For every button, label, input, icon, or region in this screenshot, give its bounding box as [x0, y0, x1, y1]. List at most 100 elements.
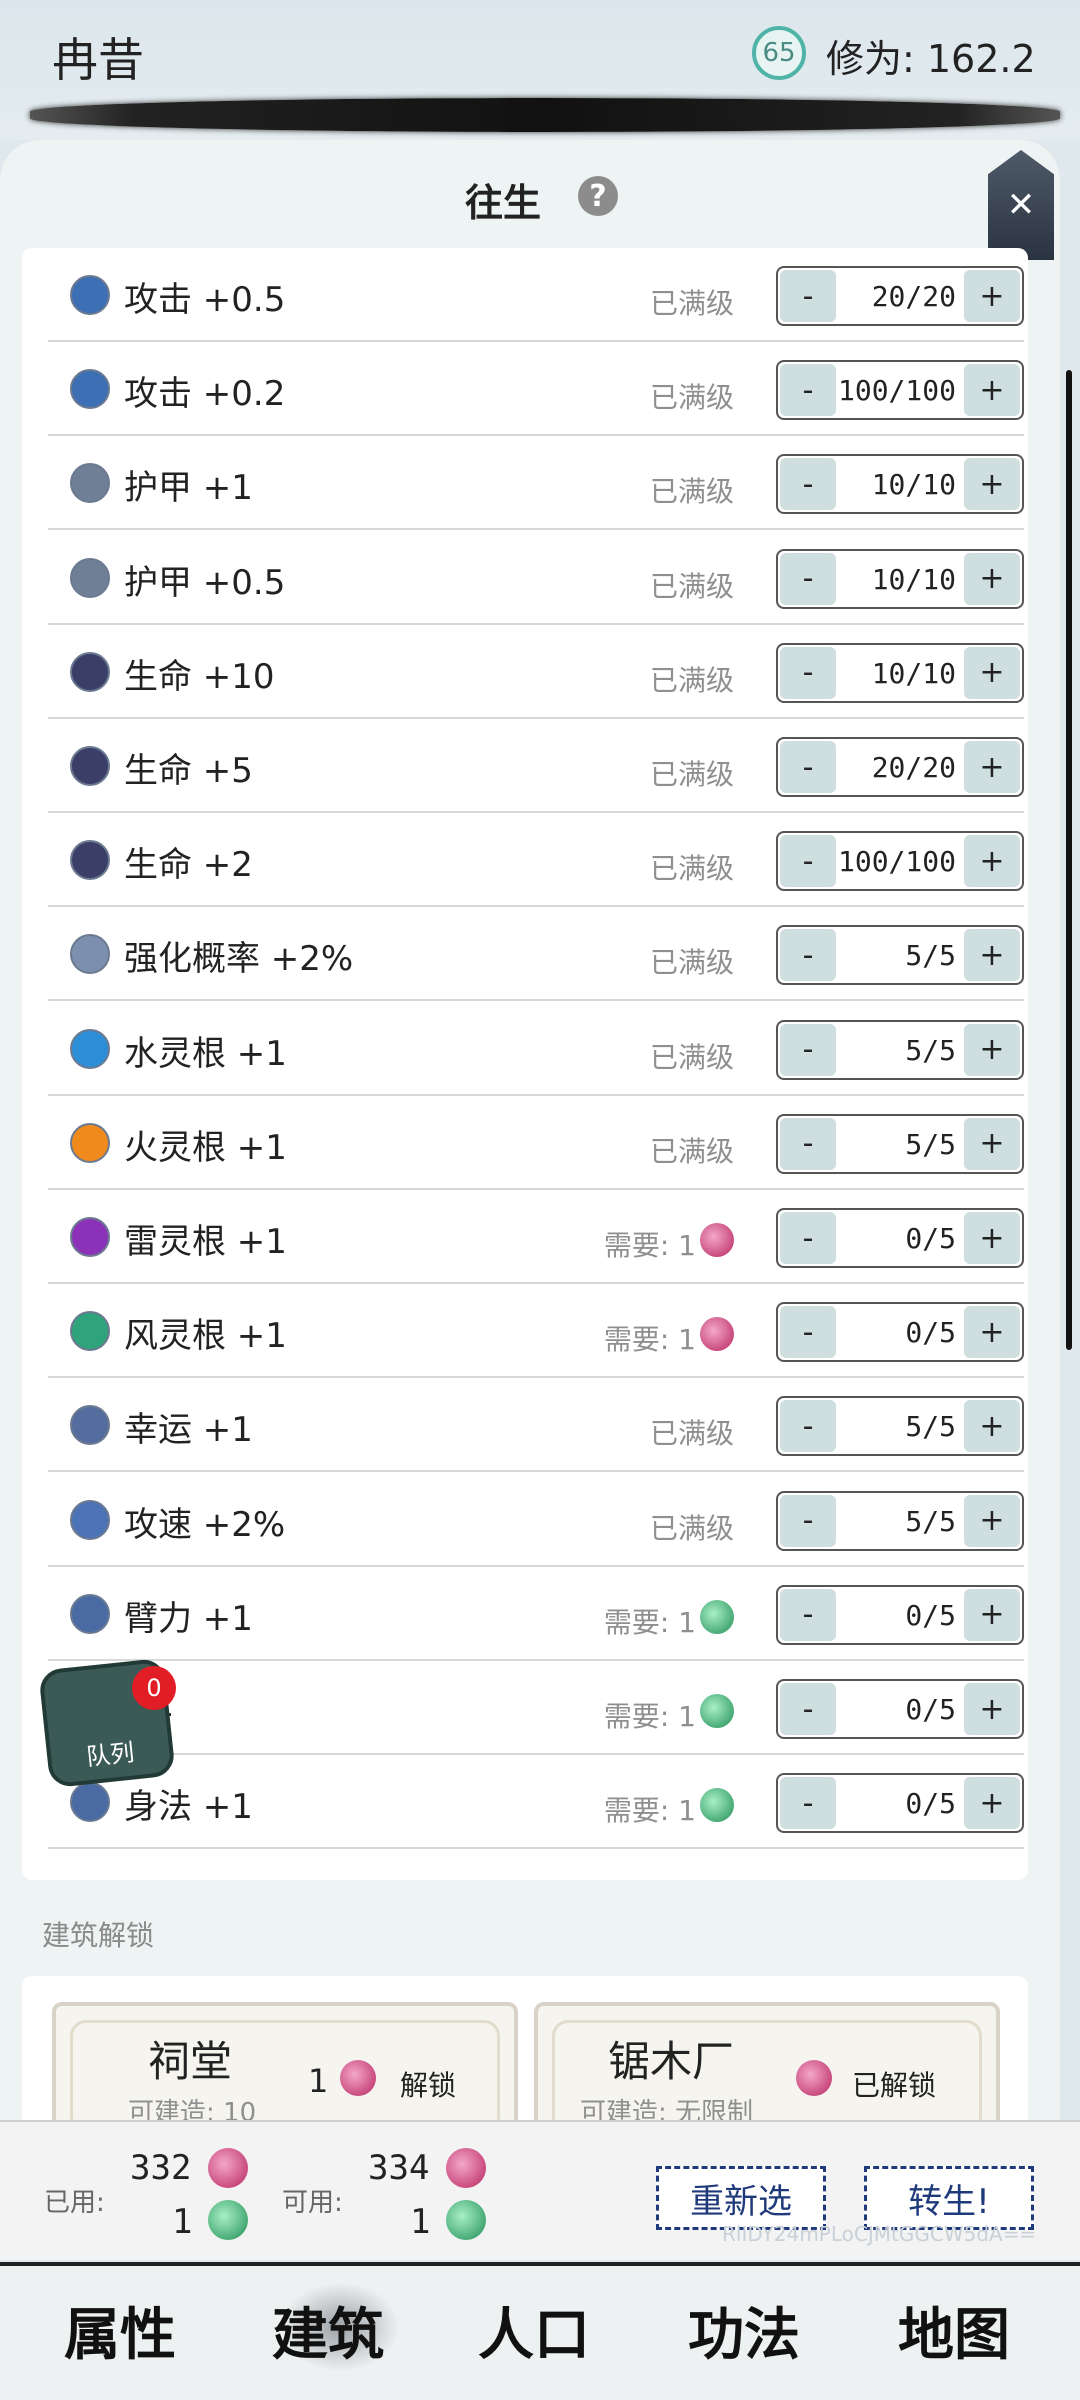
level-stepper: -100/100 + — [776, 831, 1024, 892]
building-unlock-label: 建筑解锁 — [42, 1919, 155, 1952]
max-level-status: 已满级 — [649, 852, 734, 886]
unlock-button[interactable]: 解锁 — [400, 2064, 456, 2104]
max-level-status: 已满级 — [649, 475, 734, 509]
wind-icon — [70, 1311, 110, 1352]
increment-button[interactable]: + — [964, 1683, 1020, 1735]
cultivation-value: 修为: 162.2 — [826, 37, 1036, 81]
increment-button[interactable]: + — [964, 1588, 1020, 1641]
increment-button[interactable]: + — [964, 1117, 1020, 1170]
decrement-button[interactable]: - — [780, 1494, 836, 1547]
increment-button[interactable]: + — [964, 458, 1020, 511]
upgrade-label: 臂力 +1 — [124, 1598, 253, 1639]
decrement-button[interactable]: - — [780, 1683, 836, 1735]
level-value: 0/5 — [905, 1222, 956, 1255]
decrement-button[interactable]: - — [780, 929, 836, 982]
available-label: 可用: — [282, 2188, 343, 2218]
level-value: 5/5 — [905, 1410, 956, 1444]
decrement-button[interactable]: - — [780, 1023, 836, 1076]
increment-button[interactable]: + — [964, 270, 1020, 322]
increment-button[interactable]: + — [964, 646, 1020, 699]
queue-badge: 0 — [132, 1666, 176, 1710]
decrement-button[interactable]: - — [780, 458, 836, 511]
upgrade-row: 攻击 +0.5 已满级 - 20/20 + — [48, 248, 1024, 342]
refine-icon — [70, 934, 110, 975]
decrement-button[interactable]: - — [780, 646, 836, 699]
decrement-button[interactable]: - — [780, 552, 836, 605]
upgrade-label: 攻速 +2% — [124, 1504, 286, 1545]
increment-button[interactable]: + — [964, 1023, 1020, 1076]
upgrade-row: 生命 +5 已满级 - 20/20 + — [48, 719, 1024, 813]
upgrade-row: 强化概率 +2% 已满级 - 5/5 + — [48, 907, 1024, 1002]
nav-buildings[interactable]: 建筑 — [272, 2290, 384, 2371]
upgrade-label: 护甲 +1 — [124, 468, 253, 509]
reselect-button[interactable]: 重新选 — [656, 2166, 826, 2230]
upgrade-label: 雷灵根 +1 — [124, 1222, 287, 1262]
increment-button[interactable]: + — [964, 1306, 1020, 1359]
level-value: 0/5 — [905, 1693, 956, 1726]
requirement-text: 需要: 1 — [603, 1700, 696, 1733]
decrement-button[interactable]: - — [780, 1777, 836, 1830]
level-value: 0/5 — [905, 1598, 956, 1632]
upgrade-row: 身法 +1 需要: 1 - 0/5 + — [48, 1755, 1024, 1850]
level-stepper: - 5/5 + — [776, 1019, 1024, 1080]
nav-skills[interactable]: 功法 — [688, 2290, 800, 2371]
upgrade-row: 幸运 +1 已满级 - 5/5 + — [48, 1378, 1024, 1473]
shield-icon — [70, 463, 110, 504]
upgrade-label: 生命 +2 — [124, 845, 253, 886]
decrement-button[interactable]: - — [780, 1588, 836, 1641]
decrement-button[interactable]: - — [780, 364, 836, 417]
shield-icon — [70, 557, 110, 598]
increment-button[interactable]: + — [964, 1494, 1020, 1547]
level-stepper: - 10/10 + — [776, 548, 1024, 609]
help-icon[interactable]: ? — [578, 176, 618, 216]
agility-icon — [70, 1782, 110, 1823]
used-label: 已用: — [44, 2188, 105, 2218]
luck-icon — [70, 1405, 110, 1446]
nav-population[interactable]: 人口 — [478, 2290, 590, 2371]
requirement-text: 需要: 1 — [603, 1323, 696, 1357]
level-stepper: - 0/5 + — [776, 1584, 1024, 1645]
max-level-status: 已满级 — [649, 287, 734, 320]
heart-icon — [70, 840, 110, 881]
upgrade-row: 护甲 +1 已满级 - 10/10 + — [48, 436, 1024, 531]
increment-button[interactable]: + — [964, 364, 1020, 417]
increment-button[interactable]: + — [964, 1212, 1020, 1264]
unlocked-status: 已解锁 — [852, 2069, 937, 2102]
upgrade-row: 生命 +10 已满级 - 10/10 + — [48, 625, 1024, 719]
level-stepper: - 0/5 + — [776, 1208, 1024, 1268]
green-orb-icon — [700, 1788, 734, 1823]
increment-button[interactable]: + — [964, 929, 1020, 982]
max-level-status: 已满级 — [649, 569, 734, 603]
decrement-button[interactable]: - — [780, 270, 836, 322]
nav-attributes[interactable]: 属性 — [64, 2290, 176, 2371]
level-badge[interactable]: 65 — [752, 26, 806, 80]
building-name: 锯木厂 — [608, 2037, 735, 2086]
max-level-status: 已满级 — [649, 1511, 734, 1545]
decrement-button[interactable]: - — [780, 741, 836, 793]
requirement-text: 需要: 1 — [603, 1794, 696, 1828]
increment-button[interactable]: + — [964, 835, 1020, 888]
decrement-button[interactable]: - — [780, 1212, 836, 1264]
max-level-status: 已满级 — [649, 663, 734, 697]
increment-button[interactable]: + — [964, 1400, 1020, 1453]
level-value: 0/5 — [905, 1316, 956, 1350]
decrement-button[interactable]: - — [780, 1400, 836, 1453]
increment-button[interactable]: + — [964, 552, 1020, 605]
max-level-status: 已满级 — [649, 1417, 734, 1451]
requirement-text: 需要: 1 — [603, 1229, 696, 1262]
decrement-button[interactable]: - — [780, 1306, 836, 1359]
scrollbar[interactable] — [1066, 370, 1072, 1350]
increment-button[interactable]: + — [964, 1777, 1020, 1830]
decrement-button[interactable]: - — [780, 1117, 836, 1170]
max-level-status: 已满级 — [649, 1040, 734, 1074]
upgrade-row: 雷灵根 +1 需要: 1 - 0/5 + — [48, 1190, 1024, 1284]
reincarnate-button[interactable]: 转生! — [864, 2166, 1034, 2230]
pink-orb-icon — [208, 2148, 248, 2188]
increment-button[interactable]: + — [964, 741, 1020, 793]
decrement-button[interactable]: - — [780, 835, 836, 888]
level-value: 10/10 — [871, 468, 956, 502]
used-green-value: 1 — [172, 2202, 193, 2242]
upgrade-row: 臂力 +1 需要: 1 - 0/5 + — [48, 1567, 1024, 1661]
thunder-icon — [70, 1217, 110, 1257]
nav-map[interactable]: 地图 — [898, 2290, 1010, 2371]
